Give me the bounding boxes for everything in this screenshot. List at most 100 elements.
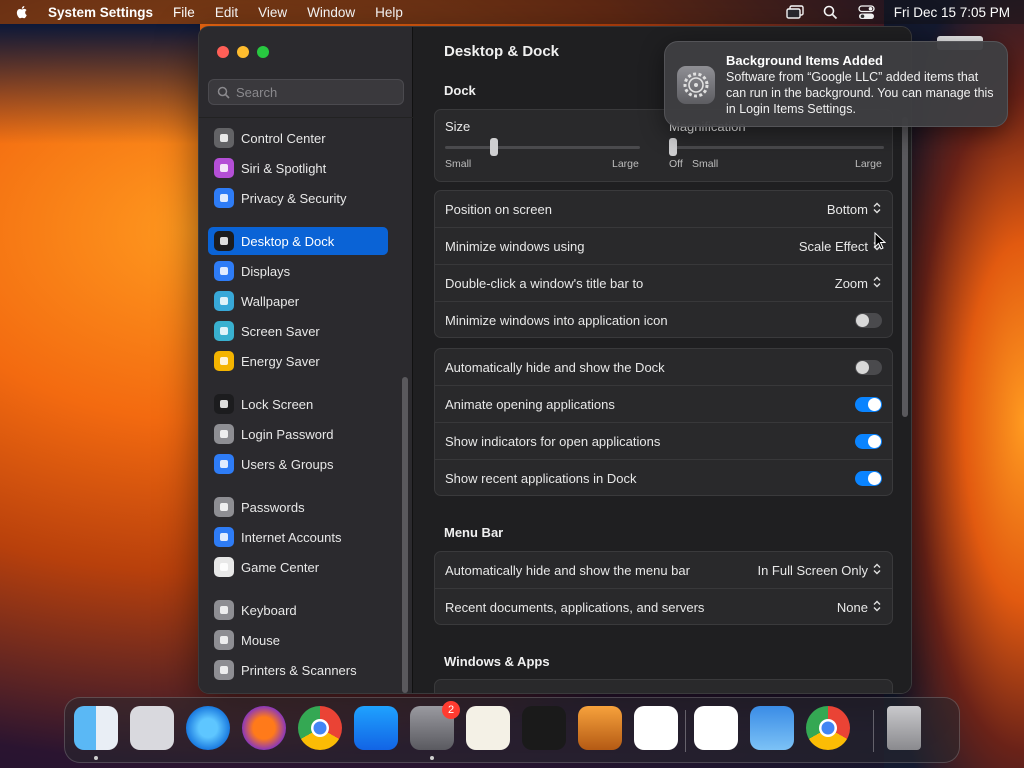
launchpad-icon[interactable]: [130, 706, 174, 750]
sidebar-item-screen-saver[interactable]: Screen Saver: [208, 317, 388, 345]
sidebar-list[interactable]: Control Center Siri & Spotlight Privacy & …: [199, 117, 413, 693]
control-center-icon[interactable]: [858, 4, 876, 20]
popup-value: Bottom: [826, 201, 868, 217]
windows-apps-card: [434, 679, 893, 693]
zoom-button[interactable]: [257, 46, 269, 58]
size-min-label: Small: [445, 158, 472, 170]
main-scrollbar[interactable]: [902, 117, 908, 417]
app-store-icon[interactable]: [354, 706, 398, 750]
popup-button[interactable]: None: [837, 599, 882, 616]
spotlight-search-icon[interactable]: [822, 4, 840, 20]
minimize-button[interactable]: [237, 46, 249, 58]
search-input[interactable]: Search: [208, 79, 404, 105]
dock: 2: [64, 697, 960, 763]
key-icon: [214, 424, 234, 444]
garageband-icon[interactable]: [578, 706, 622, 750]
toggle-switch[interactable]: [855, 359, 882, 375]
notification-badge: 2: [442, 701, 460, 719]
sidebar-item-label: Keyboard: [241, 602, 297, 618]
size-max-label: Large: [612, 158, 639, 170]
chevron-updown-icon: [872, 599, 882, 616]
setting-label: Show indicators for open applications: [445, 433, 661, 449]
system-settings-icon[interactable]: 2: [410, 701, 460, 750]
toggle-knob: [868, 472, 881, 485]
notification-banner[interactable]: Background Items Added Software from “Go…: [664, 41, 1008, 127]
popup-button[interactable]: Zoom: [835, 275, 882, 292]
sidebar-item-siri-spotlight[interactable]: Siri & Spotlight: [208, 154, 388, 182]
apple-icon[interactable]: [14, 4, 30, 20]
menu-window[interactable]: Window: [307, 5, 355, 20]
sidebar-item-label: Printers & Scanners: [241, 662, 357, 678]
notification-title: Background Items Added: [726, 53, 883, 68]
sidebar-item-displays[interactable]: Displays: [208, 257, 388, 285]
dock-icon: [214, 231, 234, 251]
toggle-switch[interactable]: [855, 313, 882, 328]
screen-mirroring-icon[interactable]: [786, 4, 804, 20]
popup-button[interactable]: Scale Effect: [799, 238, 882, 255]
users-icon: [214, 454, 234, 474]
textedit-icon[interactable]: [466, 706, 510, 750]
magnification-max-label: Large: [855, 158, 882, 170]
setting-row: Position on screen Bottom: [435, 191, 892, 228]
menu-edit[interactable]: Edit: [215, 5, 238, 20]
toggle-switch[interactable]: [855, 396, 882, 412]
setting-label: Show recent applications in Dock: [445, 471, 637, 486]
sidebar-scrollbar[interactable]: [402, 377, 408, 693]
setting-row: Minimize windows into application icon: [435, 302, 892, 339]
magnification-slider-thumb[interactable]: [669, 138, 677, 156]
menu-clock[interactable]: Fri Dec 15 7:05 PM: [894, 5, 1010, 20]
sidebar-item-lock-screen[interactable]: Lock Screen: [208, 390, 388, 418]
close-button[interactable]: [217, 46, 229, 58]
size-slider-track[interactable]: [445, 146, 640, 149]
chevron-updown-icon: [872, 562, 882, 579]
chrome-icon[interactable]: [298, 706, 342, 750]
sidebar-item-game-center[interactable]: Game Center: [208, 553, 388, 581]
weather-icon[interactable]: [750, 706, 794, 750]
keyboard-icon: [214, 600, 234, 620]
sun-icon: [214, 261, 234, 281]
toggle-switch[interactable]: [855, 433, 882, 449]
menu-help[interactable]: Help: [375, 5, 403, 20]
popup-button[interactable]: Bottom: [827, 201, 882, 218]
sidebar-item-control-center[interactable]: Control Center: [208, 124, 388, 152]
setting-label: Position on screen: [445, 201, 552, 217]
sidebar-item-mouse[interactable]: Mouse: [208, 626, 388, 654]
menu-app-name[interactable]: System Settings: [48, 5, 153, 20]
terminal-icon[interactable]: [522, 706, 566, 750]
sidebar-item-label: Lock Screen: [241, 396, 314, 412]
sidebar-item-energy-saver[interactable]: Energy Saver: [208, 347, 388, 375]
sidebar-item-desktop-dock[interactable]: Desktop & Dock: [208, 227, 388, 255]
chrome-recent-icon[interactable]: [806, 706, 850, 750]
popup-button[interactable]: In Full Screen Only: [757, 562, 882, 579]
firefox-icon[interactable]: [242, 706, 286, 750]
section-menu-bar: Menu Bar: [444, 525, 504, 540]
mouse-icon: [214, 630, 234, 650]
magnification-min-label: Small: [692, 158, 719, 170]
sidebar-item-label: Displays: [241, 263, 291, 279]
size-slider-thumb[interactable]: [489, 138, 498, 156]
sidebar-item-label: Desktop & Dock: [241, 233, 335, 249]
sidebar-item-internet-accounts[interactable]: Internet Accounts: [208, 523, 388, 551]
setting-label: Recent documents, applications, and serv…: [445, 600, 705, 615]
wallpaper-shade: [0, 24, 200, 144]
toggle-switch[interactable]: [855, 471, 882, 486]
menu-view[interactable]: View: [258, 5, 287, 20]
sidebar-item-keyboard[interactable]: Keyboard: [208, 596, 388, 624]
sidebar-item-privacy-security[interactable]: Privacy & Security: [208, 184, 388, 212]
trash-icon[interactable]: [887, 706, 921, 750]
hand-icon: [214, 188, 234, 208]
visual-studio-icon[interactable]: [694, 706, 738, 750]
menu-file[interactable]: File: [173, 5, 195, 20]
sidebar-item-wallpaper[interactable]: Wallpaper: [208, 287, 388, 315]
sidebar-item-label: Control Center: [241, 130, 326, 146]
finder-icon[interactable]: [74, 706, 118, 750]
sidebar-item-users-groups[interactable]: Users & Groups: [208, 450, 388, 478]
search-placeholder: Search: [236, 84, 278, 100]
sidebar-item-printers-scanners[interactable]: Printers & Scanners: [208, 656, 388, 684]
sidebar-item-login-password[interactable]: Login Password: [208, 420, 388, 448]
magnification-slider-track[interactable]: [669, 146, 884, 149]
vscode-icon[interactable]: [634, 706, 678, 750]
sidebar-item-passwords[interactable]: Passwords: [208, 493, 388, 521]
game-center-icon: [214, 557, 234, 577]
safari-icon[interactable]: [186, 706, 230, 750]
